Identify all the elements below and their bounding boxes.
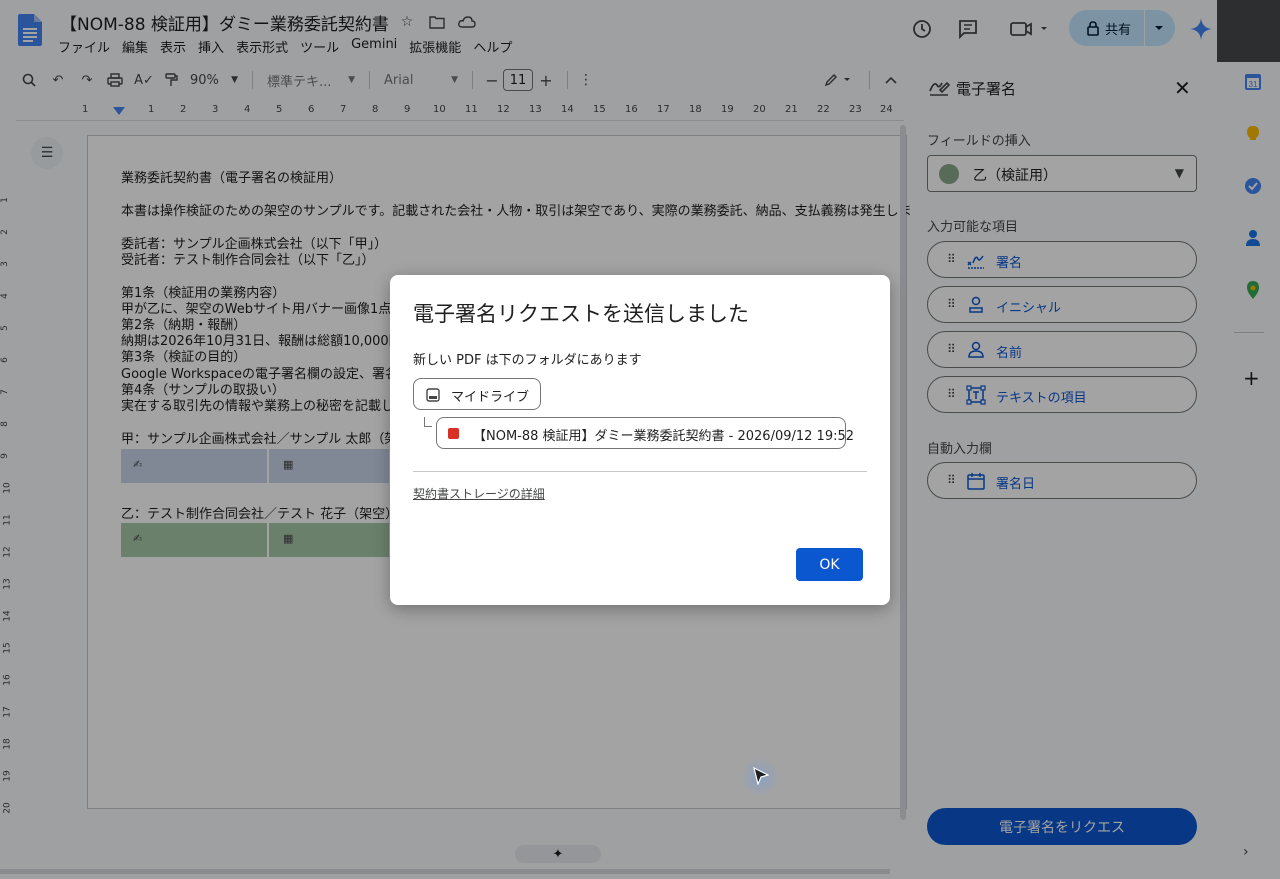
request-sent-dialog: 電子署名リクエストを送信しました 新しい PDF は下のフォルダにあります マイ… — [390, 275, 890, 605]
mouse-cursor — [740, 757, 780, 797]
tree-connector — [424, 417, 432, 427]
account-area — [1217, 0, 1280, 62]
dialog-subtitle: 新しい PDF は下のフォルダにあります — [413, 353, 642, 368]
divider — [413, 471, 867, 472]
folder-name: マイドライブ — [451, 390, 530, 405]
dialog-title: 電子署名リクエストを送信しました — [413, 302, 749, 326]
modal-overlay — [1217, 62, 1280, 879]
ok-button[interactable]: OK — [796, 548, 863, 581]
my-drive-chip[interactable]: マイドライブ — [413, 378, 541, 410]
drive-icon — [426, 388, 440, 402]
pointer-icon — [753, 767, 769, 785]
pdf-file-chip[interactable]: 【NOM-88 検証用】ダミー業務委託契約書 - 2026/09/12 19:5… — [436, 417, 854, 449]
pdf-icon — [448, 428, 459, 439]
file-name: 【NOM-88 検証用】ダミー業務委託契約書 - 2026/09/12 19:5… — [473, 429, 855, 444]
storage-details-link[interactable]: 契約書ストレージの詳細 — [413, 485, 545, 502]
